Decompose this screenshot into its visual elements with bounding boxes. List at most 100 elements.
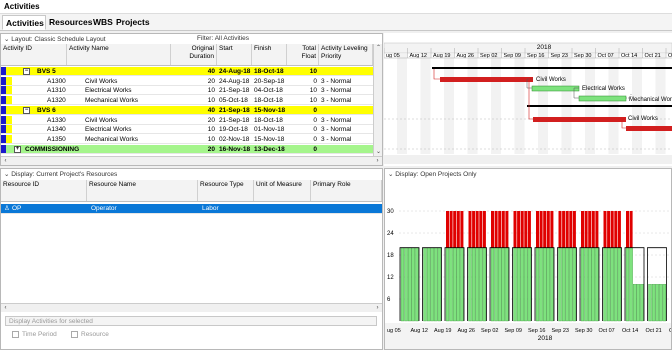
duration-cell: 40 (207, 106, 215, 114)
float-cell: 0 (313, 145, 317, 153)
histogram-overallocation-bar (456, 211, 460, 248)
wbs-level-band (6, 105, 12, 114)
gantt-chart[interactable]: 2018ug 05 Aug 12 Aug 19 Aug 26 Sep 02 Sep 09 S… (384, 33, 672, 166)
histogram-overallocation-bar (501, 211, 505, 248)
histogram-overallocation-bar (527, 211, 531, 248)
scroll-left-icon[interactable]: ‹ (1, 157, 10, 166)
column-header-resource-type[interactable]: Resource Type (198, 180, 254, 201)
activity-horizontal-scrollbar[interactable]: ‹ › (1, 156, 382, 165)
histogram-overallocation-bar (562, 211, 566, 248)
wbs-level-band (6, 67, 12, 75)
histogram-allocation-bar (426, 247, 431, 322)
wbs-group-row[interactable]: − BVS 6 40 21-Sep-18 15-Nov-18 0 (1, 105, 373, 115)
column-header-total-float[interactable]: Total Float (287, 44, 319, 65)
histogram-overallocation-bar (546, 211, 550, 248)
duration-cell: 20 (207, 145, 215, 153)
wbs-level-band (6, 115, 12, 124)
finish-cell: 18-Oct-18 (254, 97, 283, 105)
timescale-year: 2018 (537, 44, 552, 51)
histogram-overallocation-bar (475, 211, 479, 248)
histogram-allocation-bar (527, 247, 532, 322)
column-header-resource-name[interactable]: Resource Name (87, 180, 198, 201)
tab-resources[interactable]: Resources (46, 15, 92, 30)
priority-cell (319, 106, 373, 115)
histogram-week-label: Oct 14 (622, 328, 638, 334)
histogram-allocation-bar (535, 247, 540, 322)
activity-row[interactable]: A1320 Mechanical Works 10 05-Oct-18 18-Oct-1… (1, 96, 373, 106)
activity-vertical-scrollbar[interactable]: ⌃ ⌄ (373, 44, 382, 157)
column-header-activity-id[interactable]: Activity ID (1, 44, 67, 65)
priority-cell: 3 - Normal (321, 126, 352, 134)
gantt-bar-civil-works-2 (533, 117, 626, 122)
collapse-icon[interactable]: − (23, 106, 30, 114)
column-header-leveling-priority[interactable]: Activity Leveling Priority (319, 44, 373, 65)
histogram-allocation-bar (404, 247, 408, 322)
wbs-level-band (6, 134, 12, 143)
activity-row[interactable]: A1350 Mechanical Works 10 02-Nov-18 15-Nov-1… (1, 134, 373, 144)
histogram-allocation-bar (520, 247, 524, 322)
tab-activities[interactable]: Activities (2, 15, 46, 30)
wbs-group-row[interactable]: − BVS 5 40 24-Aug-18 18-Oct-18 10 (1, 67, 373, 76)
column-header-original-duration[interactable]: Original Duration (171, 44, 217, 65)
scroll-left-icon[interactable]: ‹ (1, 304, 10, 313)
activity-row[interactable]: A1330 Civil Works 20 21-Sep-18 18-Oct-18 0 3 -… (1, 115, 373, 125)
histogram-allocation-bar (445, 247, 450, 322)
summary-bar (527, 105, 672, 107)
duration-cell: 20 (207, 116, 215, 124)
activity-row[interactable]: A1310 Electrical Works 10 21-Sep-18 04-Oct-1… (1, 86, 373, 96)
activity-row[interactable]: A1300 Civil Works 20 24-Aug-18 20-Sep-18 0 3 -… (1, 76, 373, 86)
tab-projects[interactable]: Projects (113, 15, 150, 30)
expand-icon[interactable]: + (14, 145, 21, 153)
histogram-week-label: Oct 21 (646, 328, 662, 334)
histogram-y-tick: 30 (387, 209, 394, 215)
scroll-right-icon[interactable]: › (373, 157, 382, 166)
column-header-unit-of-measure[interactable]: Unit of Measure (254, 180, 311, 201)
resource-row[interactable]: ♙ OP Operator Labor (1, 204, 382, 214)
histogram-display-label[interactable]: ⌄ Display: Open Projects Only (388, 170, 477, 180)
wbs-level-band (6, 86, 12, 95)
resource-horizontal-scrollbar[interactable]: ‹ › (1, 303, 382, 312)
scroll-right-icon[interactable]: › (373, 304, 382, 313)
activity-row[interactable]: A1340 Electrical Works 10 19-Oct-18 01-Nov-1… (1, 125, 373, 135)
duration-cell: 10 (207, 87, 215, 95)
display-activities-button[interactable]: Display Activities for selected (5, 316, 377, 326)
weekend-shading (397, 54, 407, 154)
histogram-overallocation-bar (572, 211, 576, 248)
histogram-allocation-bar (524, 247, 528, 322)
tab-wbs[interactable]: WBS (90, 15, 113, 30)
histogram-allocation-bar (546, 247, 550, 322)
finish-cell: 15-Nov-18 (254, 106, 286, 114)
float-cell: 0 (313, 126, 317, 134)
priority-cell: 3 - Normal (321, 116, 352, 124)
finish-cell: 18-Oct-18 (254, 116, 283, 124)
scroll-up-icon[interactable]: ⌃ (374, 44, 383, 53)
column-header-finish[interactable]: Finish (252, 44, 287, 65)
column-header-primary-role[interactable]: Primary Role (311, 180, 382, 201)
histogram-allocation-bar (513, 247, 517, 322)
column-header-resource-id[interactable]: Resource ID (1, 180, 87, 201)
wbs-group-row[interactable]: + COMMISSIONING 20 16-Nov-18 13-Dec-18 0 (1, 144, 373, 154)
histogram-allocation-bar (490, 247, 495, 322)
histogram-allocation-bar (617, 247, 622, 322)
histogram-overallocation-bar (610, 211, 614, 248)
resource-type-cell: Labor (202, 205, 219, 212)
resource-histogram[interactable]: 302418126ug 05 Aug 12 Aug 19 Aug 26 Sep 02 Se… (385, 180, 671, 349)
histogram-overallocation-bar (479, 211, 483, 248)
collapse-icon[interactable]: − (23, 68, 30, 75)
histogram-timescale (385, 323, 671, 349)
histogram-allocation-bar (569, 247, 573, 322)
column-header-start[interactable]: Start (217, 44, 252, 65)
resource-checkbox[interactable] (71, 331, 78, 338)
histogram-allocation-bar (456, 247, 460, 322)
column-header-activity-name[interactable]: Activity Name (67, 44, 171, 65)
histogram-allocation-bar (437, 247, 442, 322)
histogram-allocation-bar (640, 284, 644, 322)
histogram-overallocation-bar (581, 211, 584, 248)
time-period-checkbox[interactable] (12, 331, 19, 338)
start-cell: 21-Sep-18 (219, 106, 250, 114)
histogram-week-label: ug 05 (387, 328, 401, 334)
gantt-bar-mechanical-works (578, 95, 627, 102)
histogram-allocation-bar (543, 247, 547, 322)
resource-display-label[interactable]: ⌄ Display: Current Project's Resources (4, 170, 117, 180)
chevron-down-icon: ⌄ (4, 36, 10, 43)
